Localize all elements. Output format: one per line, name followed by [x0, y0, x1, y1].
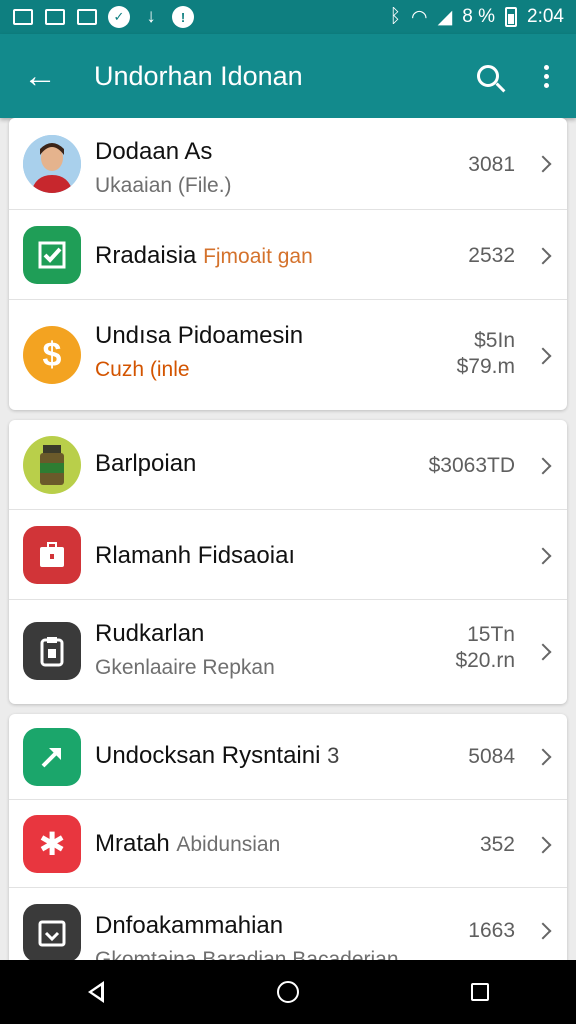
item-title: Undısa Pidoamesin — [95, 322, 304, 349]
list-item[interactable]: Rudkarlan Gkenlaaire Repkan 15Tn $20.rn — [9, 600, 567, 704]
status-system: ᛒ ◠ ◢ 8 % 2:04 — [390, 6, 564, 29]
dollar-icon: $ — [23, 326, 81, 384]
item-value: 3081 — [468, 153, 515, 176]
list-card: Barlpoian $3063TD Rlamanh Fidsaoiaı Rudk… — [9, 420, 567, 704]
item-value: 2532 — [468, 244, 515, 267]
item-value: $5In $79.m — [456, 329, 515, 379]
chevron-right-icon — [534, 748, 552, 766]
item-text: Rradaisia Fjmoait gan — [95, 242, 457, 270]
avatar — [23, 135, 81, 193]
gear-icon: ✱ — [23, 815, 81, 873]
item-subtitle: Cuzh (inle — [95, 358, 190, 381]
item-inline-subtitle: 3 — [327, 743, 340, 768]
overflow-menu-button[interactable] — [516, 34, 576, 118]
item-text: Dnfoakammahian Gkomtaina Baradian Bacade… — [95, 912, 457, 960]
nav-recents-button[interactable] — [445, 960, 515, 1024]
clipboard-icon — [23, 622, 81, 680]
system-nav-bar — [0, 960, 576, 1024]
alert-notification-icon: ! — [172, 6, 194, 28]
more-vert-icon — [543, 64, 549, 88]
chevron-right-icon — [534, 836, 552, 854]
app-bar: ← Undorhan Idonan — [0, 34, 576, 118]
item-title: Rradaisia Fjmoait gan — [95, 242, 313, 269]
back-button[interactable]: ← — [0, 34, 80, 118]
nav-back-button[interactable] — [61, 960, 131, 1024]
chevron-right-icon — [534, 922, 552, 940]
arrow-left-icon: ← — [23, 56, 57, 95]
item-subtitle: Gkenlaaire Repkan — [95, 656, 275, 679]
download-notification-icon: ↓ — [146, 6, 156, 27]
list-item[interactable]: Rlamanh Fidsaoiaı — [9, 510, 567, 600]
chevron-right-icon — [534, 347, 552, 365]
download-icon — [23, 904, 81, 960]
chevron-right-icon — [534, 547, 552, 565]
chevron-right-icon — [534, 457, 552, 475]
status-notifications: ✓ ↓ ! — [12, 6, 194, 28]
item-text: Barlpoian — [95, 450, 457, 478]
signal-icon: ◢ — [437, 6, 453, 28]
check-notification-icon: ✓ — [108, 6, 130, 28]
item-value: 352 — [479, 833, 515, 856]
clock: 2:04 — [527, 6, 564, 27]
item-text: Undısa Pidoamesin Cuzh (inle — [95, 322, 457, 382]
check-icon — [23, 226, 81, 284]
bluetooth-icon: ᛒ — [389, 6, 402, 27]
search-button[interactable] — [460, 34, 516, 118]
card-notification-icon — [44, 8, 66, 26]
page-title: Undorhan Idonan — [94, 60, 303, 91]
item-subtitle: Gkomtaina Baradian Bacaderian — [95, 948, 399, 960]
battery-percent: 8 % — [462, 6, 496, 27]
item-title: Dodaan As — [95, 138, 213, 165]
arrow-icon — [23, 728, 81, 786]
chevron-right-icon — [534, 247, 552, 265]
item-inline-subtitle: Fjmoait gan — [203, 245, 313, 268]
briefcase-icon — [23, 526, 81, 584]
nav-home-button[interactable] — [253, 960, 323, 1024]
list-item[interactable]: Barlpoian $3063TD — [9, 420, 567, 510]
item-text: Rlamanh Fidsaoiaı — [95, 542, 457, 570]
item-text: Dodaan As Ukaaian (File.) — [95, 138, 457, 198]
list-item[interactable]: ✱ Mratah Abidunsian 352 — [9, 800, 567, 888]
item-title: Rudkarlan — [95, 620, 205, 647]
list-card: Dodaan As Ukaaian (File.) 3081 Rradaisia… — [9, 118, 567, 410]
item-title: Undocksan Rysntaini 3 — [95, 742, 340, 769]
item-subtitle: Ukaaian (File.) — [95, 174, 232, 197]
jar-icon — [23, 436, 81, 494]
list-item[interactable]: Dodaan As Ukaaian (File.) 3081 — [9, 118, 567, 210]
item-title: Mratah Abidunsian — [95, 830, 281, 857]
chevron-right-icon — [534, 155, 552, 173]
recents-square-icon — [471, 983, 489, 1001]
item-title: Dnfoakammahian — [95, 912, 284, 939]
list-card: Undocksan Rysntaini 3 5084 ✱ Mratah Abid… — [9, 714, 567, 960]
gallery-notification-icon — [12, 8, 34, 26]
list-item[interactable]: Rradaisia Fjmoait gan 2532 — [9, 210, 567, 300]
item-value: $3063TD — [428, 454, 515, 477]
calendar-notification-icon — [76, 8, 98, 26]
item-text: Rudkarlan Gkenlaaire Repkan — [95, 620, 457, 680]
item-value: 15Tn $20.rn — [455, 623, 515, 673]
item-title: Barlpoian — [95, 450, 197, 477]
item-text: Undocksan Rysntaini 3 — [95, 742, 457, 770]
status-bar: ✓ ↓ ! ᛒ ◠ ◢ 8 % 2:04 — [0, 0, 576, 34]
list-content: Dodaan As Ukaaian (File.) 3081 Rradaisia… — [0, 118, 576, 960]
item-value: 5084 — [468, 745, 515, 768]
item-value: 1663 — [468, 919, 515, 942]
item-inline-subtitle: Abidunsian — [176, 833, 281, 856]
item-title: Rlamanh Fidsaoiaı — [95, 542, 296, 569]
list-item[interactable]: Undocksan Rysntaini 3 5084 — [9, 714, 567, 800]
search-icon — [477, 65, 499, 87]
item-text: Mratah Abidunsian — [95, 830, 457, 858]
battery-icon — [505, 7, 518, 27]
home-circle-icon — [277, 981, 299, 1003]
back-triangle-icon — [88, 981, 104, 1003]
wifi-icon: ◠ — [411, 6, 428, 28]
list-item[interactable]: $ Undısa Pidoamesin Cuzh (inle $5In $79.… — [9, 300, 567, 410]
list-item[interactable]: Dnfoakammahian Gkomtaina Baradian Bacade… — [9, 888, 567, 960]
chevron-right-icon — [534, 643, 552, 661]
